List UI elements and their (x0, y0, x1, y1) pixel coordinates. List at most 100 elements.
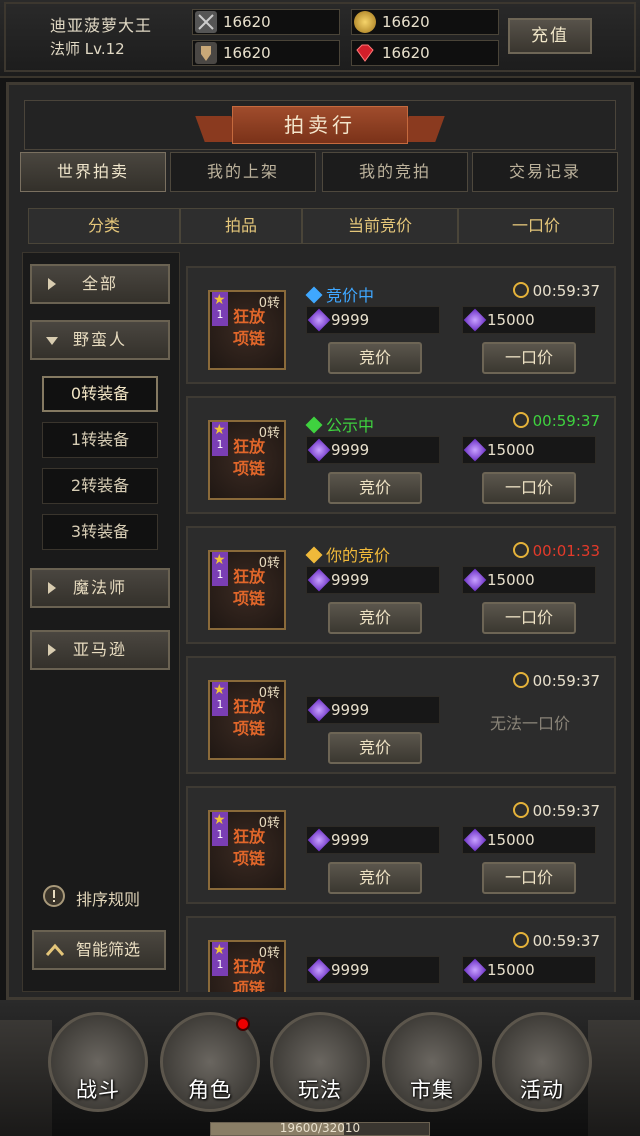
listing-timer: 00:59:37 (450, 412, 600, 430)
attack-value: 16620 (223, 13, 271, 31)
smart-filter-label: 智能筛选 (75, 940, 140, 959)
purple-gem-icon (307, 828, 331, 852)
listing-card[interactable]: ★ 1 0转 狂放项链 00:59:37 9999 竞价 无法一口价 (186, 656, 616, 774)
purple-gem-icon (463, 308, 487, 332)
timer-value: 00:59:37 (532, 412, 600, 430)
category-amazon[interactable]: 亚马逊 (30, 630, 170, 670)
timer-value: 00:59:37 (532, 282, 600, 300)
sort-rule-button[interactable]: 排序规则 (24, 876, 176, 916)
buyout-box: 15000 (462, 306, 596, 334)
column-buyout: 一口价 (458, 208, 614, 244)
listing-card[interactable]: ★ 1 0转 狂放项链 你的竞价 00:01:33 9999 竞价 15000 一口价 (186, 526, 616, 644)
item-icon[interactable]: ★ 1 0转 狂放项链 (208, 290, 286, 370)
star-icon: ★ (213, 812, 226, 828)
bid-button[interactable]: 竞价 (328, 472, 422, 504)
listing-timer: 00:59:37 (450, 802, 600, 820)
timer-value: 00:59:37 (532, 932, 600, 950)
buyout-button[interactable]: 一口价 (482, 862, 576, 894)
defense-stat: 16620 (192, 40, 340, 66)
buyout-box: 15000 (462, 566, 596, 594)
category-all[interactable]: 全部 (30, 264, 170, 304)
listing-card[interactable]: ★10转狂放项链00:59:379999竞价15000一口价 (186, 916, 616, 992)
purple-gem-icon (307, 568, 331, 592)
buyout-box: 15000 (462, 436, 596, 464)
page-title: 拍卖行 (232, 106, 408, 144)
recharge-button[interactable]: 充值 (508, 18, 592, 54)
sub-category-1[interactable]: 1转装备 (42, 422, 158, 458)
player-name: 迪亚菠萝大王 (50, 16, 153, 35)
bid-value: 9999 (331, 571, 370, 589)
listing-card[interactable]: ★10转狂放项链 00:59:37 9999 竞价 15000 一口价 (186, 786, 616, 904)
bid-button[interactable]: 竞价 (328, 862, 422, 894)
category-mage[interactable]: 魔法师 (30, 568, 170, 608)
sort-rule-label: 排序规则 (76, 890, 141, 909)
timer-value: 00:01:33 (532, 542, 600, 560)
listing-card[interactable]: ★ 1 0转 狂放项链 竞价中 00:59:37 9999 竞价 15000 一口价 (186, 266, 616, 384)
item-icon[interactable]: ★ 1 0转 狂放项链 (208, 940, 286, 992)
sub-category-3[interactable]: 3转装备 (42, 514, 158, 550)
buyout-value: 15000 (487, 571, 535, 589)
current-bid-box: 9999 (306, 306, 440, 334)
buyout-button[interactable]: 一口价 (482, 472, 576, 504)
purple-gem-icon (307, 958, 331, 982)
item-icon[interactable]: ★ 1 0转 狂放项链 (208, 550, 286, 630)
no-buyout-label: 无法一口价 (489, 714, 570, 733)
triangle-right-icon (48, 278, 56, 290)
item-name: 狂放项链 (232, 827, 265, 868)
item-icon[interactable]: ★ 1 0转 狂放项链 (208, 680, 286, 760)
item-icon[interactable]: ★ 1 0转 狂放项链 (208, 420, 286, 500)
tab-trade-records[interactable]: 交易记录 (472, 152, 618, 192)
defense-value: 16620 (223, 44, 271, 62)
listing-timer: 00:01:33 (450, 542, 600, 560)
star-icon: ★ (213, 942, 226, 958)
buyout-button[interactable]: 一口价 (482, 602, 576, 634)
left-statue-decoration (0, 1020, 52, 1136)
sub-category-2[interactable]: 2转装备 (42, 468, 158, 504)
gold-value: 16620 (382, 13, 430, 31)
gold-stat: 16620 (351, 9, 499, 35)
listing-status: 竞价中 (305, 282, 375, 306)
tab-world-auction[interactable]: 世界拍卖 (20, 152, 166, 192)
column-current-bid: 当前竞价 (302, 208, 458, 244)
purple-gem-icon (463, 568, 487, 592)
exclamation-icon (43, 885, 65, 907)
attack-stat: 16620 (192, 9, 340, 35)
nav-market-label: 市集 (410, 1078, 454, 1102)
ruby-gem-icon (354, 42, 376, 64)
alarm-clock-icon (512, 542, 529, 558)
listing-card[interactable]: ★ 1 0转 狂放项链 公示中 00:59:37 9999 竞价 15000 一口价 (186, 396, 616, 514)
purple-gem-icon (307, 308, 331, 332)
current-bid-box: 9999 (306, 696, 440, 724)
status-label: 竞价中 (326, 286, 375, 305)
buyout-button[interactable]: 一口价 (482, 342, 576, 374)
bid-value: 9999 (331, 961, 370, 979)
buyout-box: 15000 (462, 956, 596, 984)
buyout-value: 15000 (487, 831, 535, 849)
buyout-box: 15000 (462, 826, 596, 854)
status-icon (305, 286, 323, 304)
nav-character-label: 角色 (188, 1078, 232, 1102)
current-bid-box: 9999 (306, 436, 440, 464)
listing-timer: 00:59:37 (450, 932, 600, 950)
bid-value: 9999 (331, 311, 370, 329)
nav-gameplay-label: 玩法 (298, 1078, 342, 1102)
bid-button[interactable]: 竞价 (328, 602, 422, 634)
smart-filter-button[interactable]: 智能筛选 (32, 930, 166, 970)
category-label: 魔法师 (72, 578, 127, 597)
tab-my-listings[interactable]: 我的上架 (170, 152, 316, 192)
alarm-clock-icon (512, 412, 529, 428)
tab-my-bids[interactable]: 我的竞拍 (322, 152, 468, 192)
bid-button[interactable]: 竞价 (328, 732, 422, 764)
category-barbarian[interactable]: 野蛮人 (30, 320, 170, 360)
sub-category-0[interactable]: 0转装备 (42, 376, 158, 412)
status-label: 你的竞价 (326, 546, 391, 565)
current-bid-box: 9999 (306, 826, 440, 854)
attack-icon (195, 11, 217, 33)
bid-button[interactable]: 竞价 (328, 342, 422, 374)
item-icon[interactable]: ★ 1 0转 狂放项链 (208, 810, 286, 890)
auction-list[interactable]: ★ 1 0转 狂放项链 竞价中 00:59:37 9999 竞价 15000 一口价 ★ 1 0转 狂放项… (184, 252, 620, 992)
gold-coin-icon (354, 11, 376, 33)
status-icon (305, 416, 323, 434)
listing-timer: 00:59:37 (450, 672, 600, 690)
triangle-right-icon (48, 582, 56, 594)
